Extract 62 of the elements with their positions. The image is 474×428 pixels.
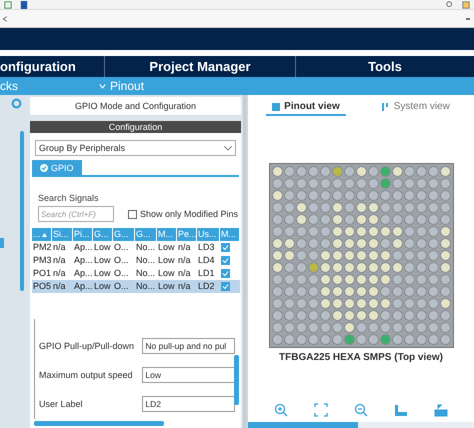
row-checkbox[interactable] [221, 282, 230, 291]
table-cell: Ap... [73, 241, 93, 254]
scrollbar-thumb[interactable] [234, 355, 239, 405]
bars-icon [382, 102, 390, 110]
property-label: GPIO Pull-up/Pull-down [39, 340, 136, 350]
sub-bar-label: cks [0, 79, 19, 93]
table-cell: Low [157, 280, 177, 293]
column-header[interactable]: Us... [197, 228, 220, 241]
main-tab[interactable]: Tools [296, 56, 474, 77]
column-header[interactable]: Pe... [177, 228, 197, 241]
zoom-in-icon[interactable] [274, 403, 288, 417]
table-cell: Ap... [73, 254, 93, 267]
property-field[interactable]: LD2 [142, 396, 235, 412]
view-tab[interactable]: Pinout view [266, 99, 346, 116]
scrollbar-thumb[interactable] [20, 131, 24, 291]
table-cell: n/a [52, 280, 73, 293]
table-cell: Low [93, 280, 113, 293]
minimize-icon[interactable] [464, 16, 472, 20]
group-by-dropdown[interactable]: Group By Peripherals [35, 140, 236, 156]
panel-title: GPIO Mode and Configuration [30, 97, 241, 115]
column-header[interactable]: ... [32, 228, 52, 241]
property-label: User Label [39, 398, 84, 408]
chevron-down-icon[interactable] [98, 82, 107, 90]
row-checkbox[interactable] [221, 269, 230, 278]
chevron-down-icon [224, 146, 232, 150]
column-header[interactable]: Pi... [73, 228, 93, 241]
column-header[interactable]: M... [157, 228, 177, 241]
table-cell: No... [135, 280, 157, 293]
property-field[interactable]: No pull-up and no pul [142, 338, 235, 354]
configuration-header: Configuration [30, 121, 241, 133]
chip-caption: TFBGA225 HEXA SMPS (Top view) [279, 352, 443, 363]
table-cell: n/a [177, 280, 197, 293]
view-tab[interactable]: System view [376, 99, 456, 116]
chevron-left-icon[interactable] [2, 14, 8, 22]
selected-item-highlight [0, 238, 4, 248]
row-checkbox[interactable] [221, 243, 230, 252]
search-label: Search Signals [38, 193, 100, 203]
column-header[interactable]: G... [93, 228, 113, 241]
zoom-out-icon[interactable] [354, 403, 368, 417]
chip-icon [272, 102, 280, 110]
property-field[interactable]: Low [142, 366, 235, 382]
table-cell: O... [113, 280, 135, 293]
column-header[interactable]: G... [113, 228, 135, 241]
row-checkbox[interactable] [221, 256, 230, 265]
column-header[interactable]: G... [135, 228, 157, 241]
column-header[interactable]: M... [220, 228, 240, 241]
panel-icon[interactable] [394, 403, 408, 417]
table-cell: PO5 [32, 280, 52, 293]
fit-screen-icon[interactable] [314, 403, 328, 417]
table-cell: Ap... [73, 280, 93, 293]
show-modified-checkbox[interactable]: Show only Modified Pins [128, 209, 238, 219]
check-circle-icon [40, 164, 48, 172]
table-cell: Ap... [73, 267, 93, 280]
pinout-menu[interactable]: Pinout [110, 79, 144, 93]
property-label: Maximum output speed [39, 370, 134, 380]
table-cell: LD2 [197, 280, 220, 293]
sort-icon [42, 232, 47, 236]
settings-icon[interactable] [11, 98, 22, 109]
search-field[interactable]: Search (Ctrl+F) [38, 206, 114, 222]
scrollbar-thumb[interactable] [34, 421, 164, 426]
gpio-tab[interactable]: GPIO [32, 160, 82, 175]
column-header[interactable]: Si... [52, 228, 73, 241]
